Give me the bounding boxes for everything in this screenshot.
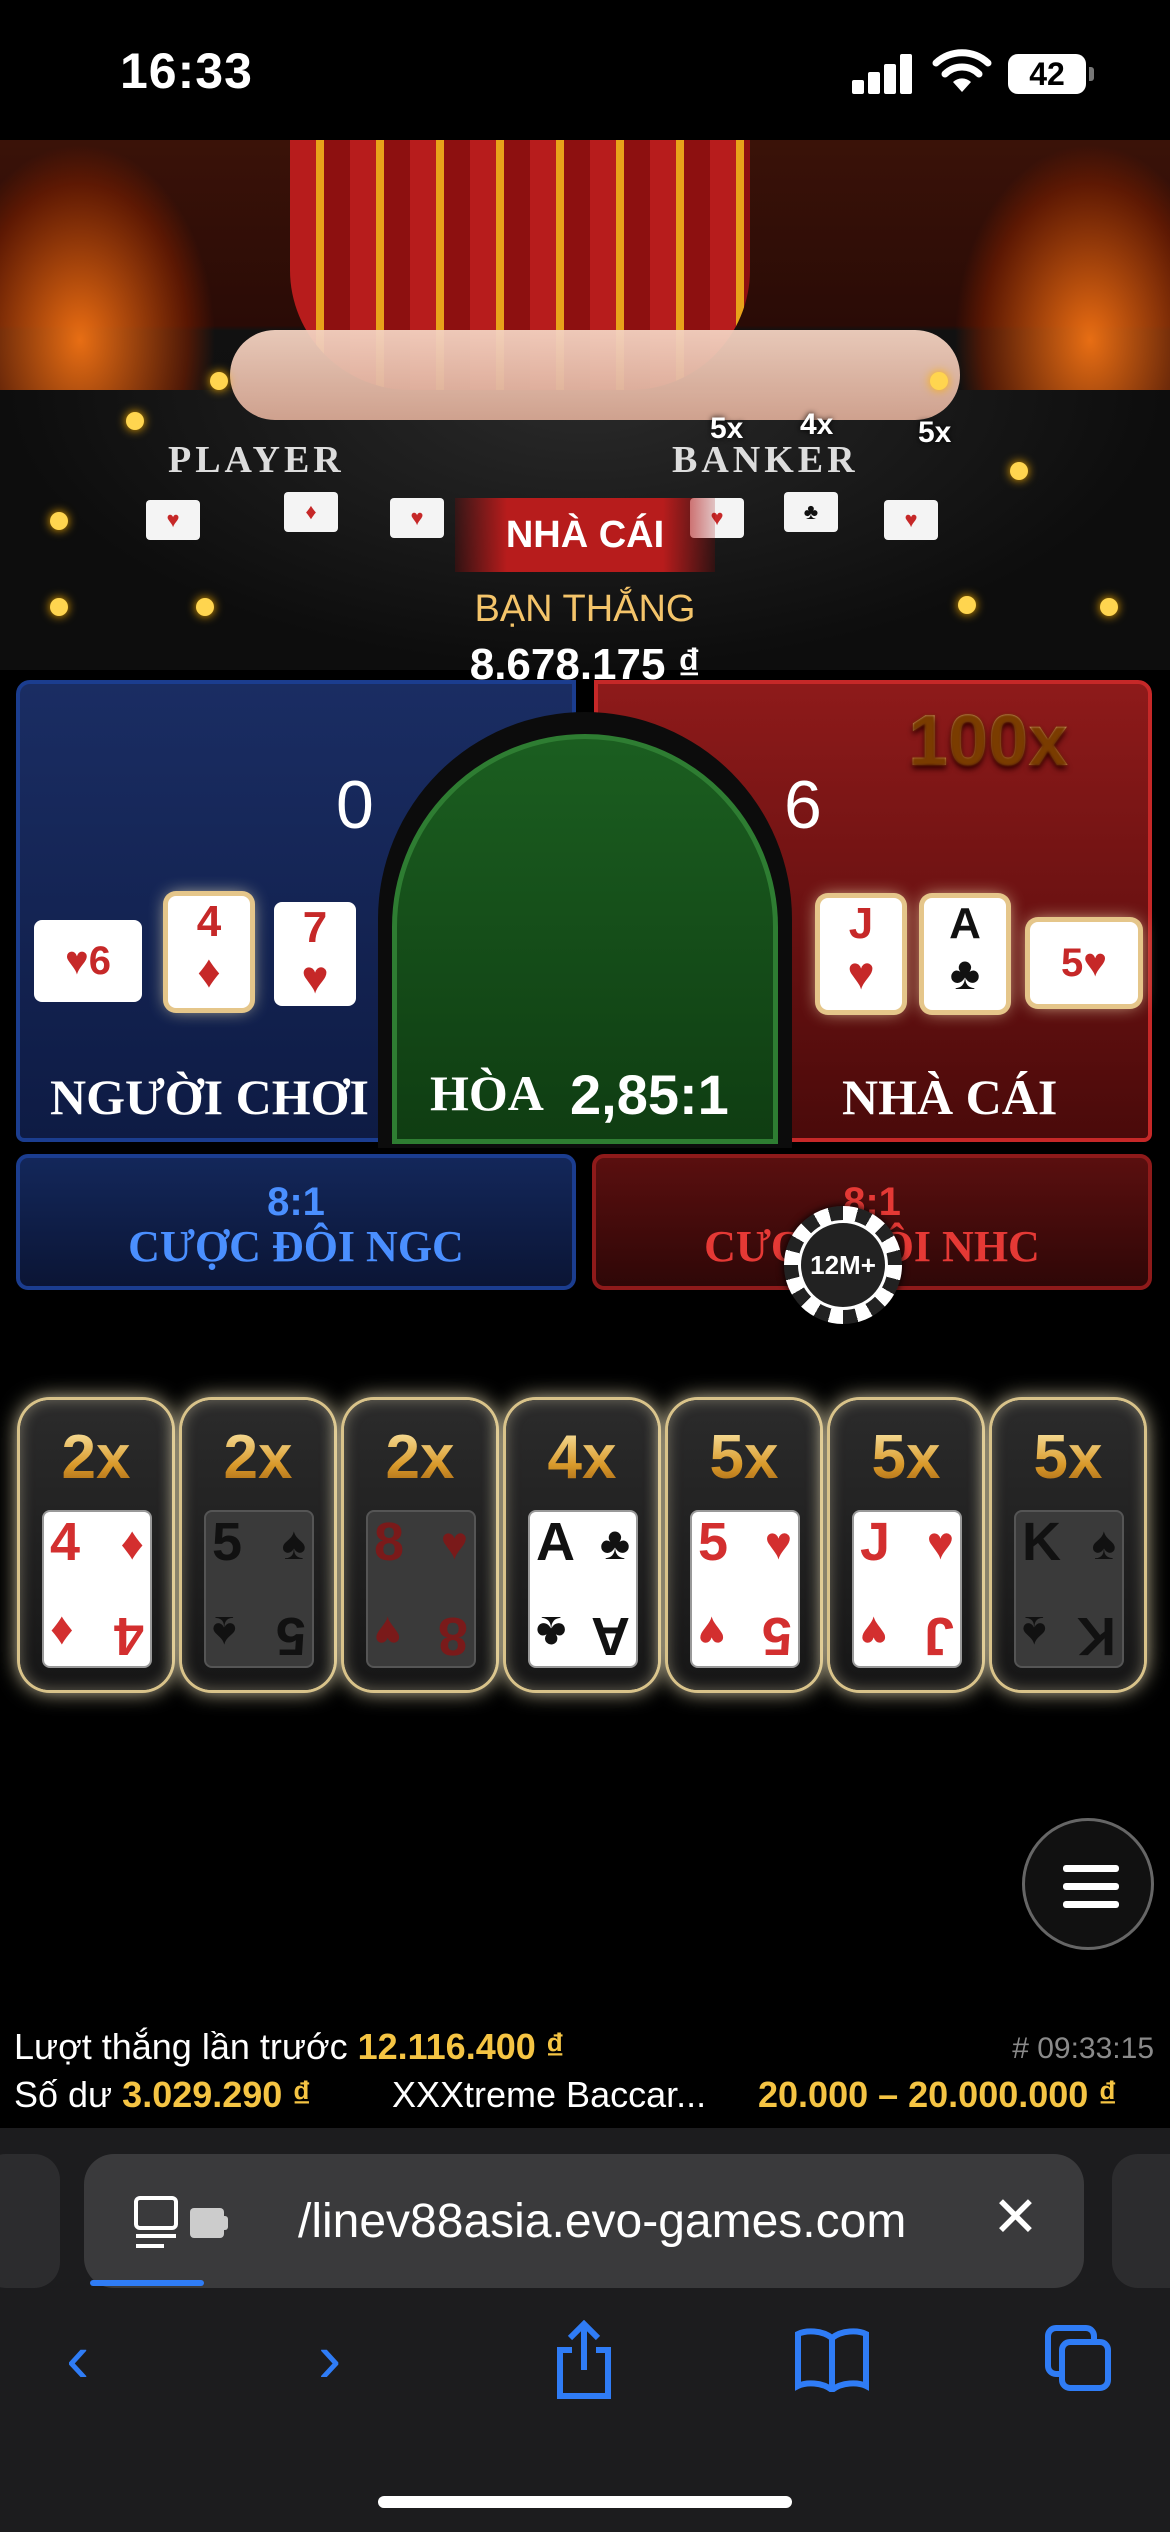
player-label: NGƯỜI CHƠI [50, 1069, 369, 1125]
balance-label: Số dư [14, 2074, 113, 2115]
result-banner: NHÀ CÁI [455, 498, 715, 572]
battery-icon: 42 [1008, 54, 1094, 94]
player-score: 0 [336, 767, 374, 843]
address-bar[interactable]: /linev88asia.evo-games.com ✕ [84, 2154, 1084, 2288]
balance-value: 3.029.290 ₫ [122, 2074, 311, 2115]
banker-card: 5♥ [1030, 922, 1138, 1004]
back-icon[interactable]: ‹ [66, 2318, 89, 2398]
game-name: XXXtreme Baccar... [392, 2074, 707, 2115]
url-text: /linev88asia.evo-games.com [298, 2195, 907, 2248]
next-tab[interactable] [1112, 2154, 1170, 2288]
page-load-progress [90, 2280, 204, 2286]
last-win-label: Lượt thắng lần trước [14, 2026, 348, 2067]
banker-label: NHÀ CÁI [842, 1069, 1058, 1125]
table-mult: 4x [800, 408, 834, 441]
player-card: ♥6 [34, 920, 142, 1002]
banker-card: A ♣ [924, 898, 1006, 1010]
bookmarks-icon[interactable] [794, 2328, 870, 2397]
bet-limits: 20.000 – 20.000.000 ₫ [758, 2074, 1117, 2115]
banker-score: 6 [784, 767, 822, 843]
table-card: ♦ [284, 492, 338, 532]
share-icon[interactable] [548, 2319, 620, 2407]
multiplier-card: 2x 4 ♦ 4 ♦ [20, 1400, 172, 1690]
player-pair-bet-spot[interactable]: 8:1 CƯỢC ĐÔI NGC [16, 1154, 576, 1290]
clock: 16:33 [120, 43, 253, 99]
table-card: ♥ [146, 500, 200, 540]
lightning-multiplier-cards: 2x 4 ♦ 4 ♦ 2x 5 ♠ 5 ♠ 2x 8 ♥ 8 ♥ 4x A ♣ A ♣ 5x 5 ♥ 5 ♥ … [20, 1400, 1150, 1700]
round-id: # 09:33:15 [1012, 2032, 1154, 2065]
previous-tab[interactable] [0, 2154, 60, 2288]
table-card: ♥ [390, 498, 444, 538]
wifi-icon [932, 48, 992, 94]
home-indicator [378, 2496, 792, 2508]
table-player-label: PLAYER [168, 439, 345, 481]
bet-chip[interactable]: 12M+ [784, 1206, 902, 1324]
table-card: ♥ [884, 500, 938, 540]
multiplier-card: 4x A ♣ A ♣ [506, 1400, 658, 1690]
player-pair-label: CƯỢC ĐÔI NGC [128, 1222, 464, 1271]
win-label: BẠN THẮNG [474, 588, 696, 630]
close-icon[interactable]: ✕ [992, 2184, 1039, 2250]
multiplier-card: 2x 5 ♠ 5 ♠ [182, 1400, 334, 1690]
table-card: ♣ [784, 492, 838, 532]
player-card: 7 ♥ [274, 902, 356, 1006]
banker-card: J ♥ [820, 898, 902, 1010]
multiplier-card: 5x 5 ♥ 5 ♥ [668, 1400, 820, 1690]
multiplier-card: 5x K ♠ K ♠ [992, 1400, 1144, 1690]
dealer-arms [230, 330, 960, 420]
browser-toolbar: /linev88asia.evo-games.com ✕ ‹ › [0, 2128, 1170, 2532]
tie-label: HÒA [430, 1065, 544, 1121]
table-mult: 5x [710, 412, 744, 445]
signal-icon [852, 54, 912, 94]
player-pair-odds: 8:1 [267, 1180, 325, 1224]
tie-odds: 2,85:1 [570, 1063, 729, 1126]
table-banker-label: BANKER [672, 439, 859, 481]
forward-icon[interactable]: › [318, 2318, 341, 2398]
chip-value: 12M+ [798, 1220, 888, 1310]
reader-icon[interactable] [134, 2194, 234, 2250]
game-info-bar: Lượt thắng lần trước 12.116.400 ₫ # 09:3… [0, 2018, 1170, 2128]
table-mult: 5x [918, 416, 952, 449]
tabs-icon[interactable] [1044, 2324, 1114, 2399]
banker-multiplier: 100x [908, 701, 1069, 781]
last-win-value: 12.116.400 ₫ [357, 2026, 565, 2067]
multiplier-card: 2x 8 ♥ 8 ♥ [344, 1400, 496, 1690]
player-card: 4 ♦ [168, 896, 250, 1008]
menu-button[interactable] [1022, 1818, 1154, 1950]
status-bar: 16:33 42 [0, 0, 1170, 140]
multiplier-card: 5x J ♥ J ♥ [830, 1400, 982, 1690]
